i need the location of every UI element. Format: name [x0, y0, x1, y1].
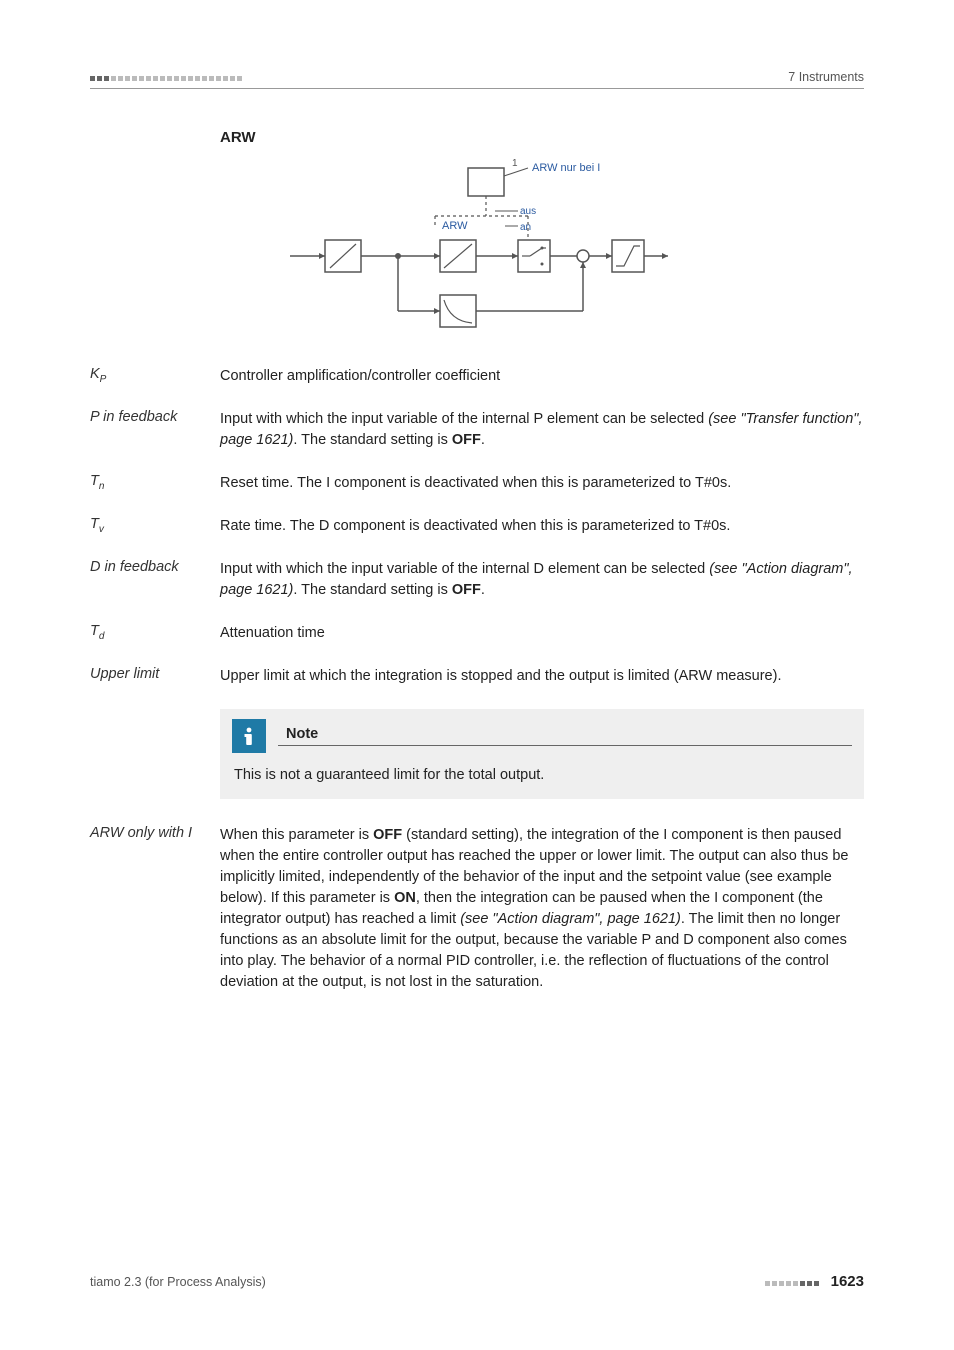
param-label: Td: [90, 623, 220, 644]
param-row-td: Td Attenuation time: [90, 623, 864, 644]
param-body: Upper limit at which the integration is …: [220, 666, 864, 687]
param-label: Tn: [90, 473, 220, 494]
param-body: Input with which the input variable of t…: [220, 409, 864, 451]
param-row-tv: Tv Rate time. The D component is deactiv…: [90, 516, 864, 537]
param-row-kp: KP Controller amplification/controller c…: [90, 366, 864, 387]
param-label: Upper limit: [90, 666, 220, 687]
param-label: Tv: [90, 516, 220, 537]
info-icon: [232, 719, 266, 753]
param-body: Input with which the input variable of t…: [220, 559, 864, 601]
param-body: Reset time. The I component is deactivat…: [220, 473, 864, 494]
param-label: P in feedback: [90, 409, 220, 451]
chapter-label: 7 Instruments: [788, 70, 864, 84]
param-body: Controller amplification/controller coef…: [220, 366, 864, 387]
page-header: 7 Instruments: [90, 70, 864, 89]
diagram-aus-label: aus: [520, 206, 536, 217]
diagram-arw-label: ARW: [442, 220, 468, 232]
diagram-top-label: ARW nur bei I: [532, 162, 600, 174]
header-ornament-left: [90, 70, 244, 84]
param-row-d-in-feedback: D in feedback Input with which the input…: [90, 559, 864, 601]
param-label: D in feedback: [90, 559, 220, 601]
footer-left: tiamo 2.3 (for Process Analysis): [90, 1275, 266, 1289]
page-number: 1623: [831, 1273, 864, 1290]
page-footer: tiamo 2.3 (for Process Analysis) 1623: [90, 1273, 864, 1290]
param-label: ARW only with I: [90, 825, 220, 993]
note-box: Note This is not a guaranteed limit for …: [220, 709, 864, 799]
param-row-tn: Tn Reset time. The I component is deacti…: [90, 473, 864, 494]
note-body: This is not a guaranteed limit for the t…: [232, 767, 852, 783]
svg-text:1: 1: [512, 158, 518, 169]
section-heading: ARW: [220, 129, 864, 146]
param-body: Rate time. The D component is deactivate…: [220, 516, 864, 537]
arw-diagram: ARW aus an ARW nur bei I 1: [290, 156, 864, 336]
param-row-upper-limit: Upper limit Upper limit at which the int…: [90, 666, 864, 687]
param-row-arw-only-with-i: ARW only with I When this parameter is O…: [90, 825, 864, 993]
param-body: Attenuation time: [220, 623, 864, 644]
note-title: Note: [278, 726, 852, 746]
param-label: KP: [90, 366, 220, 387]
footer-ornament: [765, 1275, 821, 1289]
diagram-an-label: an: [520, 222, 531, 233]
param-body: When this parameter is OFF (standard set…: [220, 825, 864, 993]
param-row-p-in-feedback: P in feedback Input with which the input…: [90, 409, 864, 451]
